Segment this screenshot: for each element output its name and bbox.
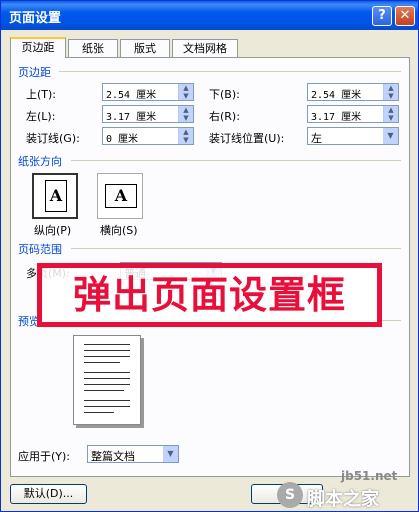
- margins-divider: [59, 71, 401, 72]
- page-setup-dialog: 页面设置 ? ✕ 页边距 纸张 版式 文档网格 页边距 上(T): 2.54 厘…: [0, 0, 419, 512]
- preview-line: [84, 344, 130, 345]
- top-margin-value: 2.54 厘米: [106, 90, 157, 101]
- preview-line: [84, 384, 130, 385]
- chevron-down-icon[interactable]: ▼: [163, 446, 178, 462]
- watermark-name: 脚本之家: [307, 489, 379, 510]
- default-button[interactable]: 默认(D)...: [10, 484, 87, 504]
- gutter-label: 装订线(G):: [26, 132, 80, 145]
- portrait-page-icon: A: [45, 180, 67, 212]
- title-bar[interactable]: 页面设置 ? ✕: [1, 1, 418, 30]
- close-button[interactable]: ✕: [395, 6, 415, 26]
- portrait-label: 纵向(P): [34, 224, 72, 237]
- watermark-logo-icon: S: [277, 482, 303, 508]
- chevron-down-icon[interactable]: ▼: [383, 128, 398, 144]
- margins-group-label: 页边距: [18, 66, 51, 79]
- left-margin-value: 3.17 厘米: [106, 112, 157, 123]
- preview-line: [84, 350, 130, 351]
- pages-divider: [71, 248, 401, 249]
- right-margin-input[interactable]: 3.17 厘米 ▲ ▼: [307, 105, 399, 123]
- tab-margins[interactable]: 页边距: [10, 37, 66, 58]
- apply-to-value: 整篇文档: [91, 450, 135, 463]
- bottom-margin-value: 2.54 厘米: [311, 90, 362, 101]
- page-preview: [73, 335, 141, 425]
- bottom-margin-input[interactable]: 2.54 厘米 ▲ ▼: [307, 83, 399, 101]
- gutter-value: 0 厘米: [106, 134, 139, 145]
- left-margin-input[interactable]: 3.17 厘米 ▲ ▼: [102, 105, 194, 123]
- gutter-position-label: 装订线位置(U):: [209, 132, 285, 145]
- gutter-input[interactable]: 0 厘米 ▲ ▼: [102, 127, 194, 145]
- right-margin-value: 3.17 厘米: [311, 112, 362, 123]
- annotation-text: 弹出页面设置框: [72, 273, 346, 317]
- spin-arrows-icon[interactable]: ▲ ▼: [178, 84, 193, 100]
- preview-line: [84, 412, 114, 413]
- left-margin-label: 左(L):: [26, 110, 56, 123]
- tab-paper[interactable]: 纸张: [68, 39, 118, 57]
- annotation-banner: 弹出页面设置框: [37, 263, 382, 327]
- preview-line: [84, 406, 130, 407]
- right-margin-label: 右(R):: [209, 110, 240, 123]
- preview-line: [84, 378, 130, 379]
- apply-to-label: 应用于(Y):: [18, 450, 71, 463]
- spin-arrows-icon[interactable]: ▲ ▼: [383, 106, 398, 122]
- spin-arrows-icon[interactable]: ▲ ▼: [178, 106, 193, 122]
- tab-document-grid[interactable]: 文档网格: [172, 39, 238, 57]
- apply-to-select[interactable]: 整篇文档 ▼: [87, 445, 179, 463]
- gutter-position-value: 左: [311, 132, 322, 145]
- preview-line: [84, 356, 130, 357]
- landscape-label: 横向(S): [100, 224, 138, 237]
- orientation-divider: [71, 160, 401, 161]
- watermark-site: jb51.net: [341, 469, 398, 483]
- bottom-margin-label: 下(B):: [209, 88, 240, 101]
- window-title: 页面设置: [9, 11, 62, 26]
- preview-line: [84, 390, 124, 391]
- help-button[interactable]: ?: [372, 6, 392, 26]
- gutter-position-select[interactable]: 左 ▼: [307, 127, 399, 145]
- spin-arrows-icon[interactable]: ▲ ▼: [383, 84, 398, 100]
- top-margin-input[interactable]: 2.54 厘米 ▲ ▼: [102, 83, 194, 101]
- preview-line: [84, 362, 120, 363]
- spin-arrows-icon[interactable]: ▲ ▼: [178, 128, 193, 144]
- landscape-option[interactable]: A: [97, 173, 143, 219]
- preview-line: [84, 400, 130, 401]
- tab-layout[interactable]: 版式: [120, 39, 170, 57]
- pages-group-label: 页码范围: [18, 243, 62, 256]
- portrait-option[interactable]: A: [32, 173, 78, 219]
- orientation-group-label: 纸张方向: [18, 155, 62, 168]
- landscape-page-icon: A: [105, 184, 137, 208]
- preview-line: [84, 372, 130, 373]
- top-margin-label: 上(T):: [26, 88, 57, 101]
